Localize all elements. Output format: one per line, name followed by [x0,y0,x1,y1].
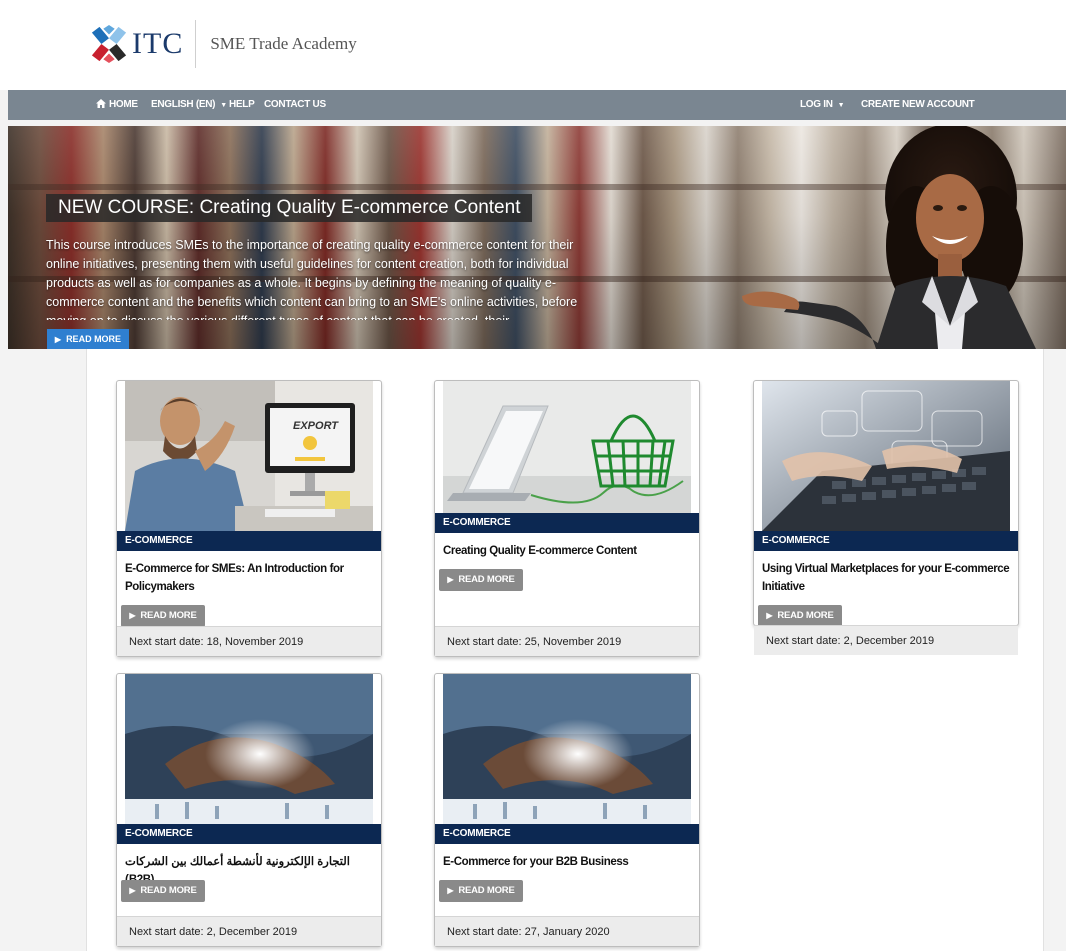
play-icon: ▶ [129,886,136,895]
course-card[interactable]: E-COMMERCE التجارة الإلكترونية لأنشطة أع… [116,673,382,947]
caret-down-icon: ▼ [837,102,845,109]
read-more-label: READ MORE [458,574,515,585]
read-more-label: READ MORE [140,885,197,896]
course-next-start-date: Next start date: 18, November 2019 [117,626,381,656]
hero-read-more-label: READ MORE [66,334,122,344]
home-icon [96,99,106,108]
logo-divider [195,20,197,68]
nav-contact[interactable]: CONTACT US [264,90,326,120]
course-read-more-button[interactable]: ▶ READ MORE [758,605,842,627]
nav-home[interactable]: HOME [96,90,138,120]
course-category-tag: E-COMMERCE [754,531,1018,551]
site-header: ITC SME Trade Academy [0,0,1066,90]
monitor-export-text: EXPORT [293,420,339,432]
play-icon: ▶ [447,886,454,895]
nav-login-dropdown[interactable]: LOG IN ▼ [800,90,845,120]
play-icon: ▶ [54,335,62,344]
main-navbar: HOME ENGLISH (EN) ▼ HELP CONTACT US LOG I… [8,90,1066,120]
course-image [443,381,691,513]
course-category-tag: E-COMMERCE [117,531,381,551]
nav-help[interactable]: HELP [229,90,255,120]
nav-language-label: ENGLISH (EN) [151,99,216,110]
course-image [762,381,1010,531]
course-read-more-button[interactable]: ▶ READ MORE [121,605,205,627]
course-image [443,674,691,824]
hero-woman-image [742,126,1036,349]
nav-home-label: HOME [109,99,138,110]
play-icon: ▶ [447,575,454,584]
play-icon: ▶ [129,611,136,620]
nav-create-account[interactable]: CREATE NEW ACCOUNT [861,90,975,120]
course-card[interactable]: E-COMMERCE E-Commerce for your B2B Busin… [434,673,700,947]
course-category-tag: E-COMMERCE [117,824,381,844]
logo-text: ITC [132,27,184,60]
site-subtitle: SME Trade Academy [210,34,357,53]
course-read-more-button[interactable]: ▶ READ MORE [439,569,523,591]
hero-title: NEW COURSE: Creating Quality E-commerce … [46,194,533,222]
hero-banner: NEW COURSE: Creating Quality E-commerce … [8,126,1066,349]
hero-read-more-button[interactable]: ▶ READ MORE [47,329,129,349]
nav-login-label: LOG IN [800,99,833,110]
course-title[interactable]: Creating Quality E-commerce Content [443,542,693,560]
site-logo[interactable]: ITC SME Trade Academy [90,20,357,68]
nav-language-dropdown[interactable]: ENGLISH (EN) ▼ [151,90,227,120]
course-read-more-button[interactable]: ▶ READ MORE [439,880,523,902]
course-category-tag: E-COMMERCE [435,513,699,533]
play-icon: ▶ [766,611,773,620]
read-more-label: READ MORE [777,610,834,621]
course-next-start-date: Next start date: 2, December 2019 [117,916,381,946]
course-next-start-date: Next start date: 2, December 2019 [754,625,1018,655]
course-grid-panel: EXPORT E-COMMERCE E-Commerce for SMEs: A… [86,349,1044,951]
course-card[interactable]: EXPORT E-COMMERCE E-Commerce for SMEs: A… [116,380,382,657]
course-card[interactable]: E-COMMERCE Using Virtual Marketplaces fo… [753,380,1019,655]
read-more-label: READ MORE [458,885,515,896]
course-image: EXPORT [125,381,373,531]
course-category-tag: E-COMMERCE [435,824,699,844]
course-title[interactable]: E-Commerce for SMEs: An Introduction for… [125,560,375,596]
course-next-start-date: Next start date: 25, November 2019 [435,626,699,656]
itc-logo-icon [91,25,127,63]
course-title[interactable]: E-Commerce for your B2B Business [443,853,693,871]
hero-description: This course introduces SMEs to the impor… [46,238,578,320]
course-next-start-date: Next start date: 27, January 2020 [435,916,699,946]
course-card[interactable]: E-COMMERCE Creating Quality E-commerce C… [434,380,700,657]
caret-down-icon: ▼ [220,102,227,109]
course-title[interactable]: Using Virtual Marketplaces for your E-co… [762,560,1012,596]
course-read-more-button[interactable]: ▶ READ MORE [121,880,205,902]
read-more-label: READ MORE [140,610,197,621]
course-image [125,674,373,824]
